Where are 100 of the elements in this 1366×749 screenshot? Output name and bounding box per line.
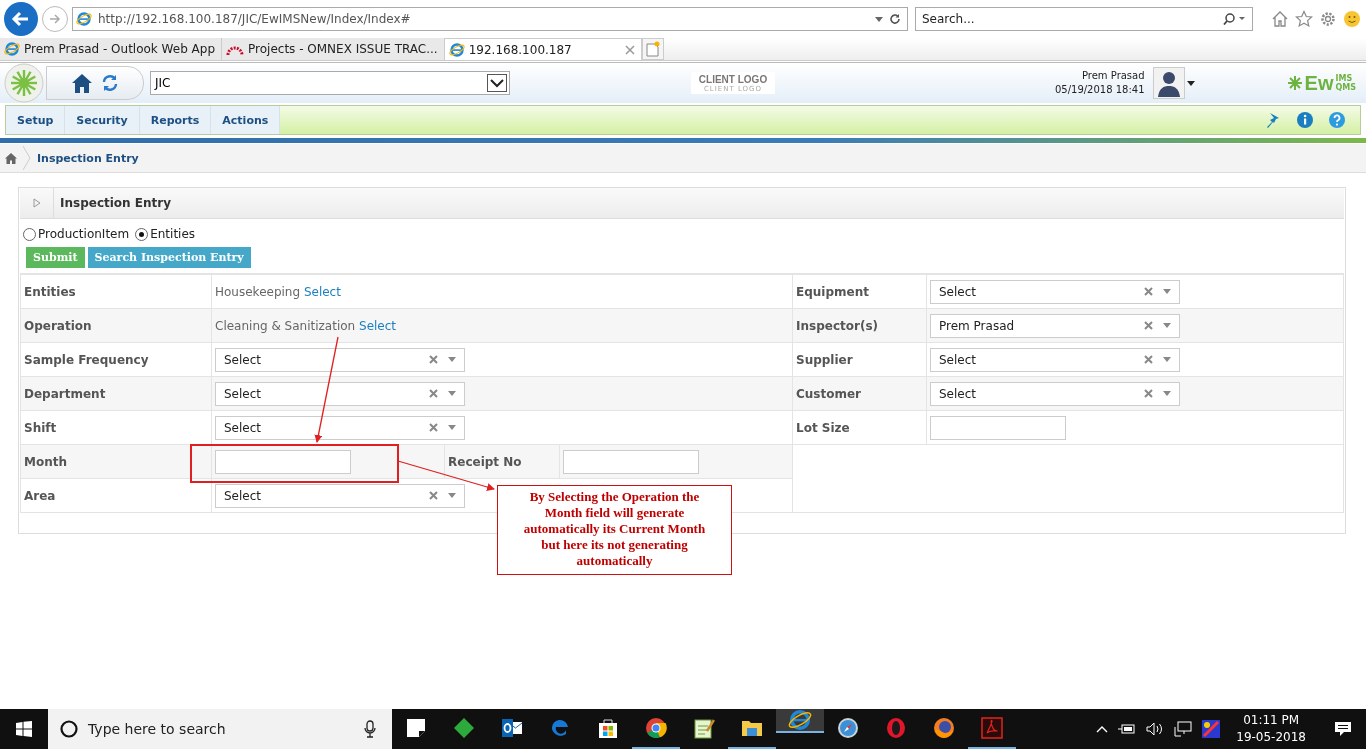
volume-icon[interactable] (1146, 722, 1165, 736)
diamond-icon[interactable] (453, 717, 475, 739)
clear-icon[interactable] (1144, 355, 1153, 364)
address-bar[interactable]: http://192.168.100.187/JIC/EwIMSNew/Index/Index# (72, 7, 908, 31)
annotation-callout: By Selecting the Operation the Month field will generate automatically its Current Month but here its not generating automatically (497, 485, 732, 575)
notepad-icon[interactable] (693, 717, 715, 739)
select-field[interactable]: Select (215, 483, 465, 508)
pdf-icon[interactable] (981, 717, 1003, 739)
home-icon[interactable] (5, 152, 17, 164)
clear-icon[interactable] (1144, 389, 1153, 398)
select-field[interactable]: Prem Prasad (930, 313, 1180, 338)
home-icon[interactable] (71, 72, 93, 94)
ie-icon (448, 41, 465, 58)
info-icon[interactable] (1296, 111, 1314, 129)
back-arrow-icon[interactable] (11, 9, 31, 29)
field-label: Shift (24, 420, 57, 435)
field-label: Customer (796, 386, 862, 401)
clear-icon[interactable] (429, 491, 438, 500)
url-text: http://192.168.100.187/JIC/EwIMSNew/Index/Index# (98, 12, 412, 26)
refresh-icon[interactable] (889, 13, 901, 25)
search-placeholder: Search... (922, 12, 976, 26)
field-label: Equipment (796, 284, 869, 299)
radio-label[interactable]: ProductionItem (38, 227, 130, 241)
field-label: Entities (24, 284, 76, 299)
shopping-bag-icon[interactable] (597, 717, 619, 739)
menu-item[interactable]: Security (65, 106, 140, 134)
clock-date[interactable]: 19-05-2018 (1236, 729, 1306, 746)
clear-icon[interactable] (429, 389, 438, 398)
menu-item[interactable]: Setup (6, 106, 66, 134)
field-label: Area (24, 488, 56, 503)
clear-icon[interactable] (1144, 287, 1153, 296)
compass-icon[interactable] (837, 717, 859, 739)
select-link[interactable]: Select (303, 284, 341, 299)
radio-label[interactable]: Entities (150, 227, 196, 241)
notification-icon[interactable] (1334, 721, 1352, 737)
select-field[interactable]: Select (215, 415, 465, 440)
field-label: Receipt No (448, 454, 522, 469)
windows-logo-icon[interactable] (16, 721, 32, 737)
caret-icon[interactable] (1186, 80, 1195, 86)
select-field[interactable]: Select (930, 381, 1180, 406)
select-field[interactable]: Select (930, 279, 1180, 304)
mail-icon[interactable] (501, 718, 523, 738)
taskbar-search-field[interactable]: Type here to search (48, 709, 392, 749)
text-field[interactable] (215, 449, 351, 474)
clear-icon[interactable] (1144, 321, 1153, 330)
breadcrumb-link[interactable]: Inspection Entry (37, 151, 139, 165)
back-button[interactable] (4, 2, 38, 36)
dropdown-icon[interactable] (487, 74, 507, 92)
company-dropdown[interactable]: JIC (150, 71, 510, 95)
search-field[interactable]: Search... (915, 7, 1253, 31)
select-field[interactable]: Select (930, 347, 1180, 372)
smiley-icon[interactable] (1343, 10, 1361, 28)
refresh-icon[interactable] (101, 74, 119, 92)
browser-tab[interactable]: Projects - OMNEX ISSUE TRAC... (222, 38, 445, 60)
field-label: Department (24, 386, 106, 401)
field-label: Inspector(s) (796, 318, 878, 333)
sunburst-logo (4, 63, 44, 103)
chevron-icon (23, 146, 31, 170)
date-time: 05/19/2018 18:41 (1054, 83, 1145, 97)
home-icon[interactable] (1271, 10, 1289, 28)
cortana-icon[interactable] (60, 720, 78, 738)
select-field[interactable]: Select (215, 347, 465, 372)
text-field[interactable] (930, 415, 1066, 440)
user-name: Prem Prasad (1081, 69, 1145, 83)
select-field[interactable]: Select (215, 381, 465, 406)
settings-icon[interactable] (1319, 10, 1337, 28)
star-icon[interactable] (1295, 10, 1313, 28)
select-link[interactable]: Select (359, 318, 397, 333)
menu-item[interactable]: Reports (139, 106, 212, 134)
clear-icon[interactable] (429, 355, 438, 364)
ie-icon (76, 11, 92, 27)
chevron-up-icon[interactable] (1096, 725, 1109, 733)
clock-time[interactable]: 01:11 PM (1243, 712, 1300, 729)
clear-icon[interactable] (429, 423, 438, 432)
field-label: Month (24, 454, 67, 469)
avatar-icon[interactable] (1152, 67, 1185, 99)
radio-button[interactable] (135, 227, 149, 241)
e-logo-icon[interactable] (788, 708, 812, 732)
text-field[interactable] (563, 449, 699, 474)
browser-tab[interactable]: 192.168.100.187 (444, 38, 642, 60)
folder-icon[interactable] (741, 718, 763, 738)
help-icon[interactable] (1328, 111, 1346, 129)
menu-item[interactable]: Actions (211, 106, 281, 134)
panel-title: Inspection Entry (60, 196, 172, 210)
browser-logo-icon[interactable] (645, 717, 667, 739)
ie-icon (4, 41, 20, 57)
field-label: Lot Size (796, 420, 850, 435)
battery-icon[interactable] (1118, 723, 1137, 735)
o-logo-icon[interactable] (885, 717, 907, 739)
close-icon[interactable] (624, 44, 635, 55)
radio-button[interactable] (23, 227, 36, 241)
network-icon[interactable] (1174, 721, 1193, 737)
field-value: Housekeeping (215, 284, 301, 299)
taskbar-app[interactable] (776, 709, 824, 733)
app-tray-icon[interactable] (1202, 720, 1221, 738)
note-icon[interactable] (406, 718, 426, 738)
globe-icon[interactable] (933, 717, 955, 739)
search-icon[interactable] (1222, 13, 1246, 25)
browser-tab[interactable]: Prem Prasad - Outlook Web App (0, 38, 223, 60)
microphone-icon[interactable] (364, 720, 376, 738)
